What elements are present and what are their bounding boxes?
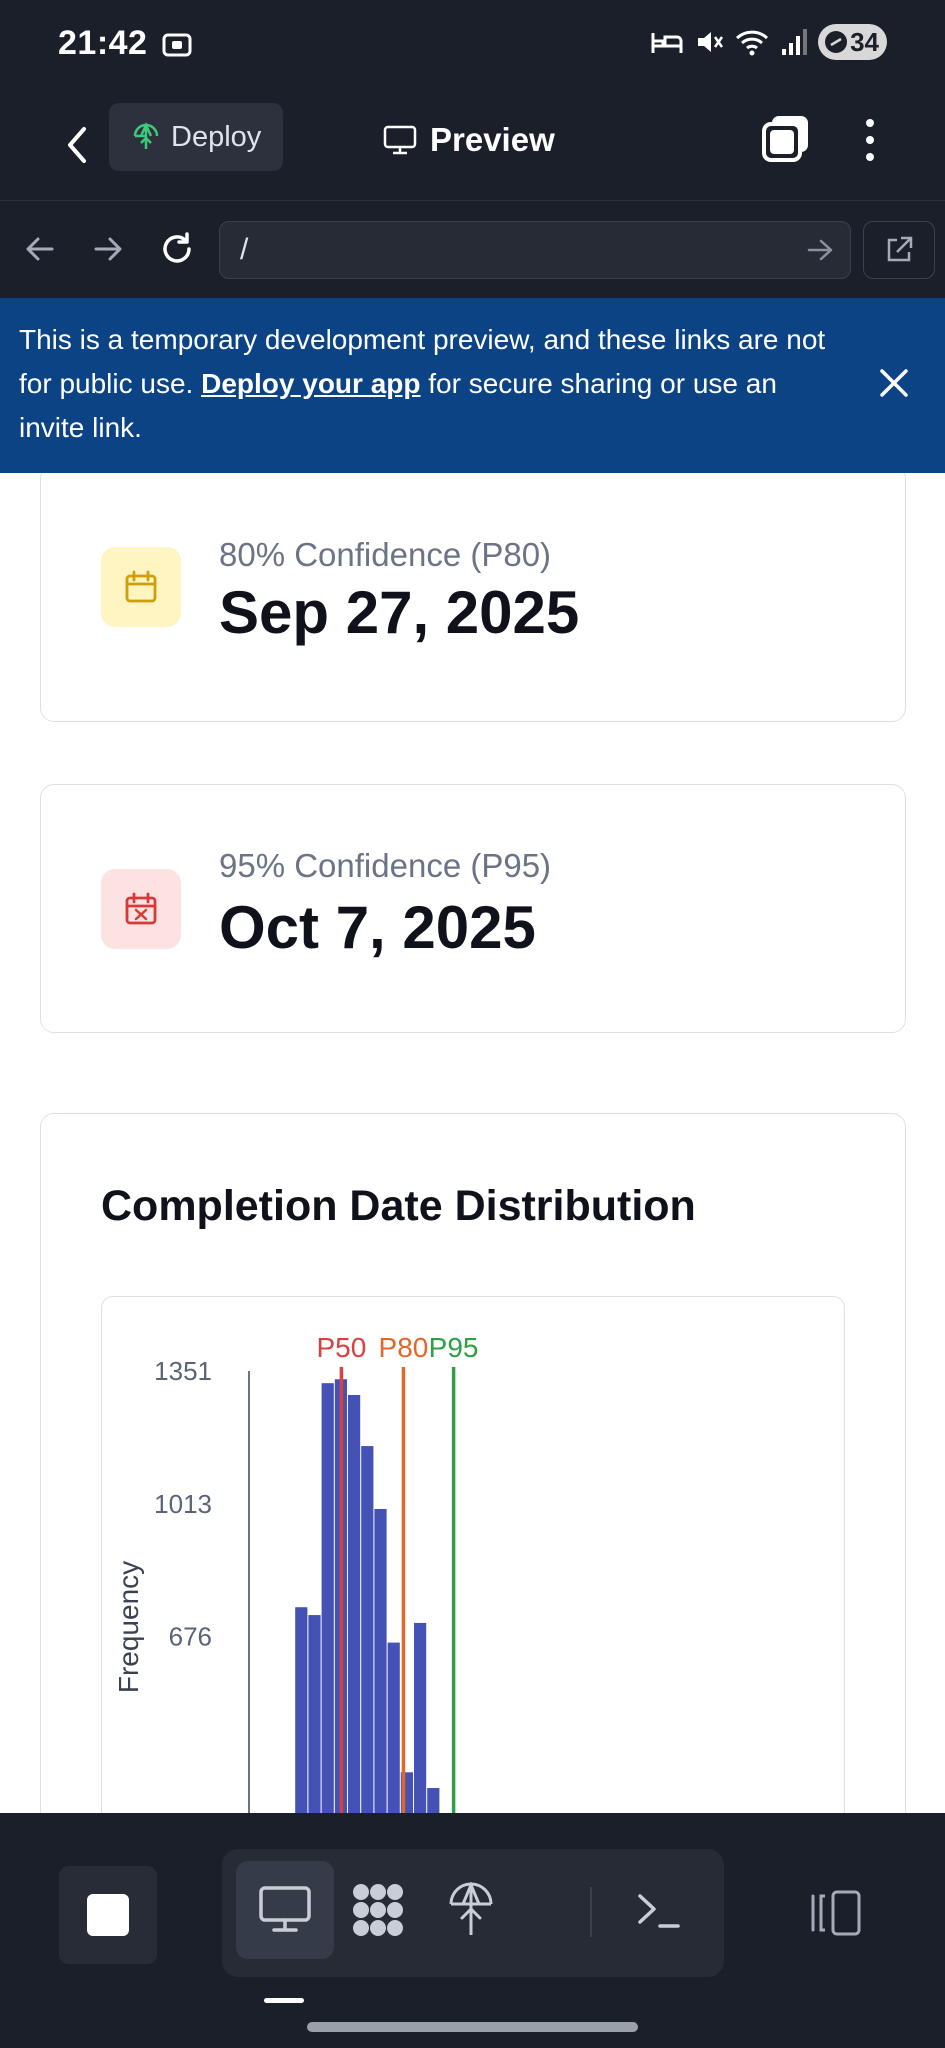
- y-tick-label: 1013: [154, 1489, 212, 1519]
- monitor-icon: [383, 125, 417, 155]
- calendar-x-icon: [101, 869, 181, 949]
- stop-icon: [87, 1894, 129, 1936]
- arrow-left-icon: [26, 237, 54, 261]
- chart-frame: 1351 1013 676 Frequency P50 P80 P95: [101, 1296, 845, 1813]
- reload-button[interactable]: [157, 229, 197, 269]
- deploy-app-link[interactable]: Deploy your app: [201, 368, 420, 399]
- tabs-button[interactable]: [758, 110, 814, 166]
- external-link-icon: [887, 236, 913, 262]
- status-bar: 21:42 34: [0, 0, 945, 90]
- histogram-bar: [387, 1642, 400, 1813]
- deploy-icon: [449, 1882, 493, 1935]
- y-tick-label: 676: [169, 1621, 212, 1651]
- go-arrow-icon[interactable]: [806, 236, 834, 264]
- kebab-dot: [866, 136, 874, 144]
- arrow-right-icon: [94, 237, 122, 261]
- distribution-card: Completion Date Distribution 1351 1013 676…: [40, 1113, 906, 1813]
- p80-card: 80% Confidence (P80) Sep 27, 2025: [40, 473, 906, 722]
- battery-level: 34: [850, 26, 879, 57]
- grid-nodes-icon: [353, 1884, 403, 1936]
- more-options-button[interactable]: [850, 110, 890, 170]
- dev-preview-banner: This is a temporary development preview,…: [0, 298, 945, 473]
- p80-value: Sep 27, 2025: [219, 579, 580, 646]
- open-external-button[interactable]: [863, 221, 935, 279]
- histogram-bar: [321, 1383, 334, 1813]
- layout-toggle-button[interactable]: [800, 1863, 870, 1963]
- tool-group: [222, 1849, 724, 1977]
- url-text: /: [240, 233, 249, 266]
- nav-forward-button[interactable]: [88, 229, 128, 269]
- tab-shell[interactable]: [610, 1861, 708, 1959]
- histogram-bar: [427, 1788, 440, 1813]
- terminal-icon: [638, 1894, 680, 1928]
- banner-message: This is a temporary development preview,…: [19, 318, 839, 450]
- nav-back-button[interactable]: [20, 229, 60, 269]
- deploy-icon: [133, 122, 159, 149]
- bed-icon: [651, 33, 683, 53]
- battery-saver-icon: [825, 31, 848, 53]
- tabs-icon: [762, 116, 808, 162]
- tab-preview[interactable]: [236, 1861, 334, 1959]
- histogram-bar: [361, 1446, 374, 1813]
- page-content: 80% Confidence (P80) Sep 27, 2025 95% Co…: [0, 473, 945, 1813]
- signal-icon: [782, 29, 808, 55]
- tab-workspace[interactable]: [328, 1861, 426, 1959]
- tool-separator: [590, 1887, 592, 1937]
- chart-title: Completion Date Distribution: [101, 1182, 696, 1230]
- preview-tab[interactable]: Preview: [382, 112, 555, 168]
- percentile-marker-label: P80: [379, 1332, 429, 1363]
- home-indicator[interactable]: [307, 2022, 638, 2032]
- url-input[interactable]: /: [219, 221, 851, 279]
- stop-button[interactable]: [59, 1866, 157, 1964]
- battery-indicator: 34: [818, 24, 887, 60]
- histogram-chart: 1351 1013 676 Frequency P50 P80 P95: [113, 1332, 479, 1813]
- histogram-bar: [414, 1622, 427, 1813]
- y-tick-label: 1351: [154, 1356, 212, 1386]
- histogram-bar: [374, 1508, 387, 1813]
- chevron-left-icon: [68, 127, 86, 163]
- bottom-toolbar: [0, 1813, 945, 2048]
- kebab-dot: [866, 119, 874, 127]
- tab-deploy[interactable]: [422, 1861, 520, 1959]
- app-bar: Deploy Preview: [0, 90, 945, 200]
- monitor-icon: [259, 1886, 311, 1932]
- p95-card: 95% Confidence (P95) Oct 7, 2025: [40, 784, 906, 1033]
- active-tab-indicator: [264, 1998, 304, 2003]
- percentile-marker-label: P95: [429, 1332, 479, 1363]
- wifi-icon: [736, 30, 769, 56]
- histogram-bar: [348, 1394, 361, 1813]
- p95-label: 95% Confidence (P95): [219, 847, 552, 884]
- screen-capture-icon: [162, 33, 192, 57]
- histogram-bar: [308, 1615, 321, 1813]
- deploy-label: Deploy: [171, 120, 262, 153]
- p80-label: 80% Confidence (P80): [219, 536, 552, 573]
- histogram-bar: [295, 1607, 308, 1813]
- mute-icon: [698, 32, 724, 52]
- calendar-icon: [101, 547, 181, 627]
- status-icons: 34: [650, 24, 887, 60]
- url-bar: /: [0, 200, 945, 298]
- back-button[interactable]: [52, 115, 102, 175]
- split-view-icon: [811, 1890, 861, 1936]
- y-axis-label: Frequency: [113, 1561, 144, 1693]
- close-icon[interactable]: [877, 366, 911, 400]
- p95-value: Oct 7, 2025: [219, 894, 536, 961]
- kebab-dot: [866, 153, 874, 161]
- status-time: 21:42: [58, 24, 148, 62]
- preview-label: Preview: [430, 121, 555, 158]
- deploy-button[interactable]: Deploy: [109, 103, 283, 171]
- reload-icon: [163, 232, 191, 263]
- percentile-marker-label: P50: [316, 1332, 366, 1363]
